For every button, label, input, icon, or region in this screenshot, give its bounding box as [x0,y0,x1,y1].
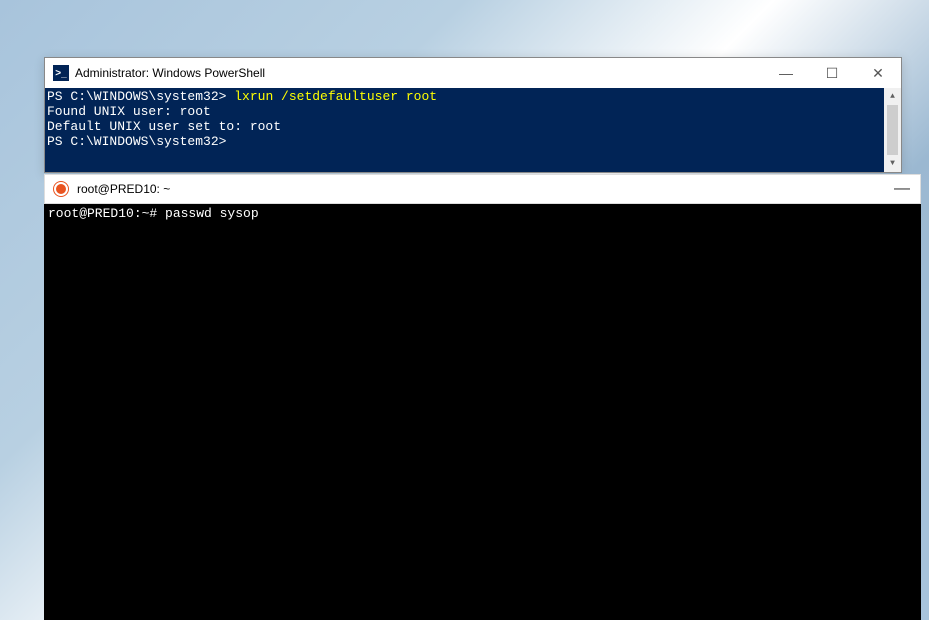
bash-titlebar[interactable]: root@PRED10: ~ — [44,174,921,204]
powershell-title: Administrator: Windows PowerShell [75,66,265,80]
maximize-button[interactable]: ☐ [809,58,855,88]
scroll-down-button[interactable]: ▼ [884,155,901,172]
scroll-thumb[interactable] [887,105,898,155]
powershell-titlebar[interactable]: >_ Administrator: Windows PowerShell — ☐… [45,58,901,88]
powershell-title-left: >_ Administrator: Windows PowerShell [53,65,265,81]
powershell-scrollbar[interactable]: ▲ ▼ [884,88,901,172]
bash-window-controls: — [894,181,910,197]
powershell-content: PS C:\WINDOWS\system32> lxrun /setdefaul… [45,88,884,172]
powershell-window: >_ Administrator: Windows PowerShell — ☐… [44,57,902,173]
minimize-button[interactable]: — [763,58,809,88]
ps-prompt-1: PS C:\WINDOWS\system32> [47,89,234,104]
ps-output-line-2: Found UNIX user: root [47,104,211,119]
bash-window: root@PRED10: ~ — root@PRED10:~# passwd s… [44,174,921,620]
ps-output-line-3: Default UNIX user set to: root [47,119,281,134]
powershell-terminal-body[interactable]: PS C:\WINDOWS\system32> lxrun /setdefaul… [45,88,901,172]
bash-title: root@PRED10: ~ [77,182,170,196]
powershell-icon: >_ [53,65,69,81]
powershell-window-controls: — ☐ ✕ [763,58,901,88]
ubuntu-icon [53,181,69,197]
ps-prompt-2: PS C:\WINDOWS\system32> [47,134,226,149]
scroll-up-button[interactable]: ▲ [884,88,901,105]
ps-command-1: lxrun /setdefaultuser root [234,89,437,104]
bash-minimize-button[interactable]: — [894,181,910,197]
bash-prompt-line: root@PRED10:~# passwd sysop [48,206,259,221]
bash-title-left: root@PRED10: ~ [53,181,170,197]
bash-terminal-body[interactable]: root@PRED10:~# passwd sysop [44,204,921,620]
close-button[interactable]: ✕ [855,58,901,88]
